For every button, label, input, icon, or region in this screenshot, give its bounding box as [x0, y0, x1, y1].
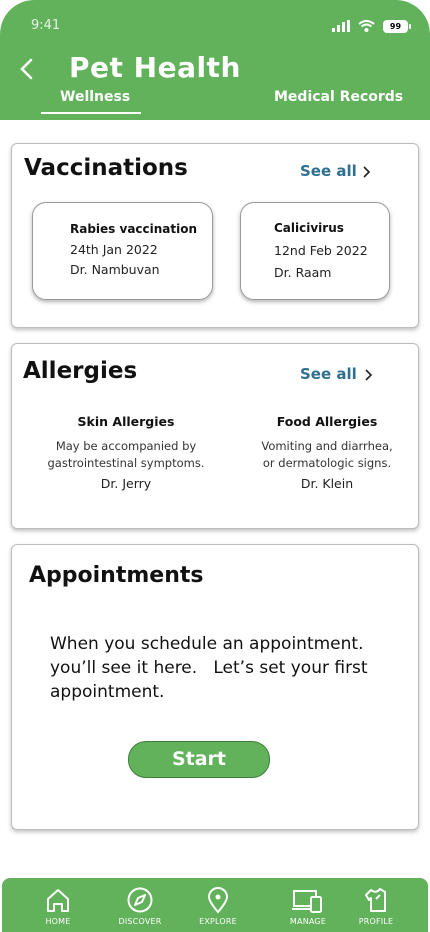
nav-label: EXPLORE	[199, 917, 237, 926]
allergies-title: Allergies	[23, 358, 138, 384]
allergies-see-all-link[interactable]: See all	[300, 365, 357, 383]
back-button[interactable]	[12, 54, 40, 84]
nav-explore[interactable]: EXPLORE	[183, 886, 253, 926]
nav-label: HOME	[45, 917, 71, 926]
vaccination-date: 12nd Feb 2022	[274, 243, 368, 258]
allergy-item-skin[interactable]: Skin Allergies May be accompanied by gas…	[36, 414, 216, 491]
allergies-card: Allergies See all Skin Allergies May be …	[11, 343, 419, 529]
tab-wellness[interactable]: Wellness	[60, 89, 130, 105]
allergy-name: Food Allergies	[276, 414, 378, 429]
appointments-empty-message: When you schedule an appointment. you’ll…	[50, 632, 395, 704]
nav-home[interactable]: HOME	[23, 886, 93, 926]
app-screen: 9:41 99 Pet Health Wellness Medical Reco…	[0, 0, 430, 932]
allergy-description-line: gastrointestinal symptoms.	[47, 456, 205, 470]
vaccination-doctor: Dr. Raam	[274, 265, 332, 280]
battery-icon: 99	[383, 20, 411, 33]
appointments-message-line: appointment.	[50, 682, 165, 702]
start-button[interactable]: Start	[128, 741, 270, 778]
chevron-left-icon	[20, 58, 33, 80]
nav-label: DISCOVER	[118, 917, 162, 926]
header-bar: 9:41 99 Pet Health Wellness Medical Reco…	[0, 0, 430, 120]
shirt-icon	[365, 888, 386, 912]
nav-label: PROFILE	[358, 917, 394, 926]
bottom-navigation: HOME DISCOVER EXPLORE MANAGE PROFILE	[2, 878, 428, 932]
nav-manage[interactable]: MANAGE	[273, 886, 343, 926]
home-icon	[47, 889, 69, 912]
chevron-right-icon[interactable]	[362, 165, 372, 179]
allergy-description: Vomiting and diarrhea, or dermatologic s…	[237, 438, 417, 472]
devices-icon	[292, 890, 322, 913]
nav-discover[interactable]: DISCOVER	[105, 886, 175, 926]
allergy-name: Skin Allergies	[77, 414, 175, 429]
allergy-doctor: Dr. Jerry	[100, 476, 152, 491]
appointments-card: Appointments When you schedule an appoin…	[11, 544, 419, 830]
vaccination-date: 24th Jan 2022	[70, 242, 158, 257]
status-time: 9:41	[31, 18, 61, 33]
allergy-description-line: Vomiting and diarrhea,	[261, 439, 393, 453]
status-icons: 99	[332, 17, 411, 36]
signal-icon	[332, 17, 350, 36]
vaccinations-title: Vaccinations	[24, 155, 188, 181]
tab-medical-records[interactable]: Medical Records	[274, 89, 403, 105]
compass-icon	[127, 887, 153, 913]
appointments-title: Appointments	[29, 563, 204, 588]
allergy-doctor: Dr. Klein	[300, 476, 354, 491]
vaccinations-card: Vaccinations See all Rabies vaccination …	[11, 143, 419, 328]
allergy-description: May be accompanied by gastrointestinal s…	[36, 438, 216, 472]
allergy-description-line: May be accompanied by	[55, 439, 197, 453]
active-tab-indicator	[41, 112, 141, 114]
allergy-description-line: or dermatologic signs.	[262, 456, 392, 470]
allergy-item-food[interactable]: Food Allergies Vomiting and diarrhea, or…	[237, 414, 417, 491]
vaccination-item-rabies[interactable]: Rabies vaccination 24th Jan 2022 Dr. Nam…	[32, 202, 213, 300]
vaccination-item-calicivirus[interactable]: Calicivirus 12nd Feb 2022 Dr. Raam	[240, 202, 390, 300]
page-title: Pet Health	[69, 51, 241, 84]
nav-profile[interactable]: PROFILE	[341, 886, 411, 926]
vaccinations-see-all-link[interactable]: See all	[300, 162, 357, 180]
wifi-icon	[358, 17, 375, 36]
vaccination-name: Rabies vaccination	[70, 222, 198, 236]
vaccination-doctor: Dr. Nambuvan	[70, 262, 160, 277]
vaccination-name: Calicivirus	[274, 221, 344, 235]
location-pin-icon	[207, 887, 229, 914]
appointments-message-line: When you schedule an appointment.	[50, 634, 364, 654]
nav-label: MANAGE	[289, 917, 327, 926]
appointments-message-line: you’ll see it here. Let’s set your first	[50, 658, 368, 678]
chevron-right-icon[interactable]	[364, 368, 374, 382]
